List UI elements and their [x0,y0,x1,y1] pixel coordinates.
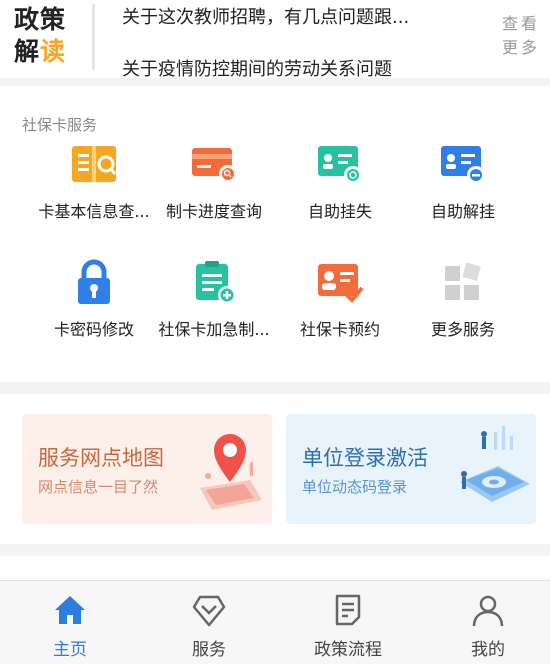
card-search-icon [192,148,237,183]
policy-news-ticker[interactable]: 关于这次教师招聘，有几点问题跟... 关于疫情防控期间的劳动关系问题 [122,0,482,78]
tab-label: 我的 [471,640,505,660]
service-card-appointment[interactable]: 社保卡预约 [271,258,409,368]
service-urgent-card[interactable]: 社保卡加急制... [145,258,283,368]
service-label: 自助挂失 [307,202,372,221]
service-map-banner[interactable]: 服务网点地图 网点信息一目了然 [22,414,272,524]
bottom-tab-bar: 主页 服务 政策流程 我的 [0,580,550,664]
tab-label: 政策流程 [314,640,382,660]
map-pin-illustration [200,434,262,510]
policy-logo-char: 解 [14,37,41,66]
book-icon [72,146,117,182]
policy-logo-line1: 政策 [14,5,67,34]
banner-subtitle: 网点信息一目了然 [38,478,159,496]
service-label: 卡基本信息查... [38,202,150,221]
card-minus-icon [441,146,485,184]
view-more-link[interactable]: 查看 更多 [502,12,546,60]
home-icon [55,596,85,624]
service-change-password[interactable]: 卡密码修改 [25,258,163,368]
tab-home[interactable]: 主页 [15,589,125,660]
service-cancel-loss[interactable]: 自助解挂 [394,140,532,250]
service-label: 更多服务 [430,320,495,339]
service-card-progress[interactable]: 制卡进度查询 [145,140,283,250]
service-card-info[interactable]: 卡基本信息查... [25,140,163,250]
tab-label: 主页 [53,640,87,660]
banner-title: 单位登录激活 [302,446,428,470]
padlock-icon [78,259,110,304]
unit-login-banner[interactable]: 单位登录激活 单位动态码登录 [286,414,536,524]
policy-logo: 政策 解读 [14,4,78,72]
policy-headline[interactable]: 关于这次教师招聘，有几点问题跟... [122,2,472,34]
service-more[interactable]: 更多服务 [394,258,532,368]
policy-divider [92,4,95,70]
tab-policy-process[interactable]: 政策流程 [293,589,403,660]
card-lock-icon [318,146,362,184]
service-label: 卡密码修改 [53,320,134,339]
login-illustration [460,426,530,502]
service-label: 社保卡预约 [299,320,380,339]
service-label: 社保卡加急制... [158,320,270,339]
promo-section: 服务网点地图 网点信息一目了然 单位登录激活 单位动态码登录 [0,394,550,544]
banner-subtitle: 单位动态码登录 [302,478,408,496]
user-icon [472,595,504,627]
policy-banner[interactable]: 政策 解读 关于这次教师招聘，有几点问题跟... 关于疫情防控期间的劳动关系问题… [0,0,550,78]
service-report-loss[interactable]: 自助挂失 [271,140,409,250]
grid-icon [445,262,481,300]
banner-title: 服务网点地图 [38,446,164,470]
view-more-line1: 查看 [502,14,541,33]
service-label: 制卡进度查询 [165,202,262,221]
tab-mine[interactable]: 我的 [433,589,543,660]
section-title: 社保卡服务 [22,116,98,134]
tab-services[interactable]: 服务 [154,589,264,660]
policy-logo-char-highlight: 读 [40,37,67,66]
policy-headline[interactable]: 关于疫情防控期间的劳动关系问题 [122,54,392,78]
id-check-icon [318,264,364,303]
tab-label: 服务 [192,640,226,660]
diamond-icon [192,595,226,627]
social-security-card-services: 社保卡服务 卡基本信息查... 制卡进度查询 自助挂失 自助解挂 卡密码修改 社… [0,86,550,382]
service-label: 自助解挂 [430,202,495,221]
document-icon [335,594,361,626]
clipboard-plus-icon [196,261,236,304]
view-more-line2: 更多 [502,38,541,57]
